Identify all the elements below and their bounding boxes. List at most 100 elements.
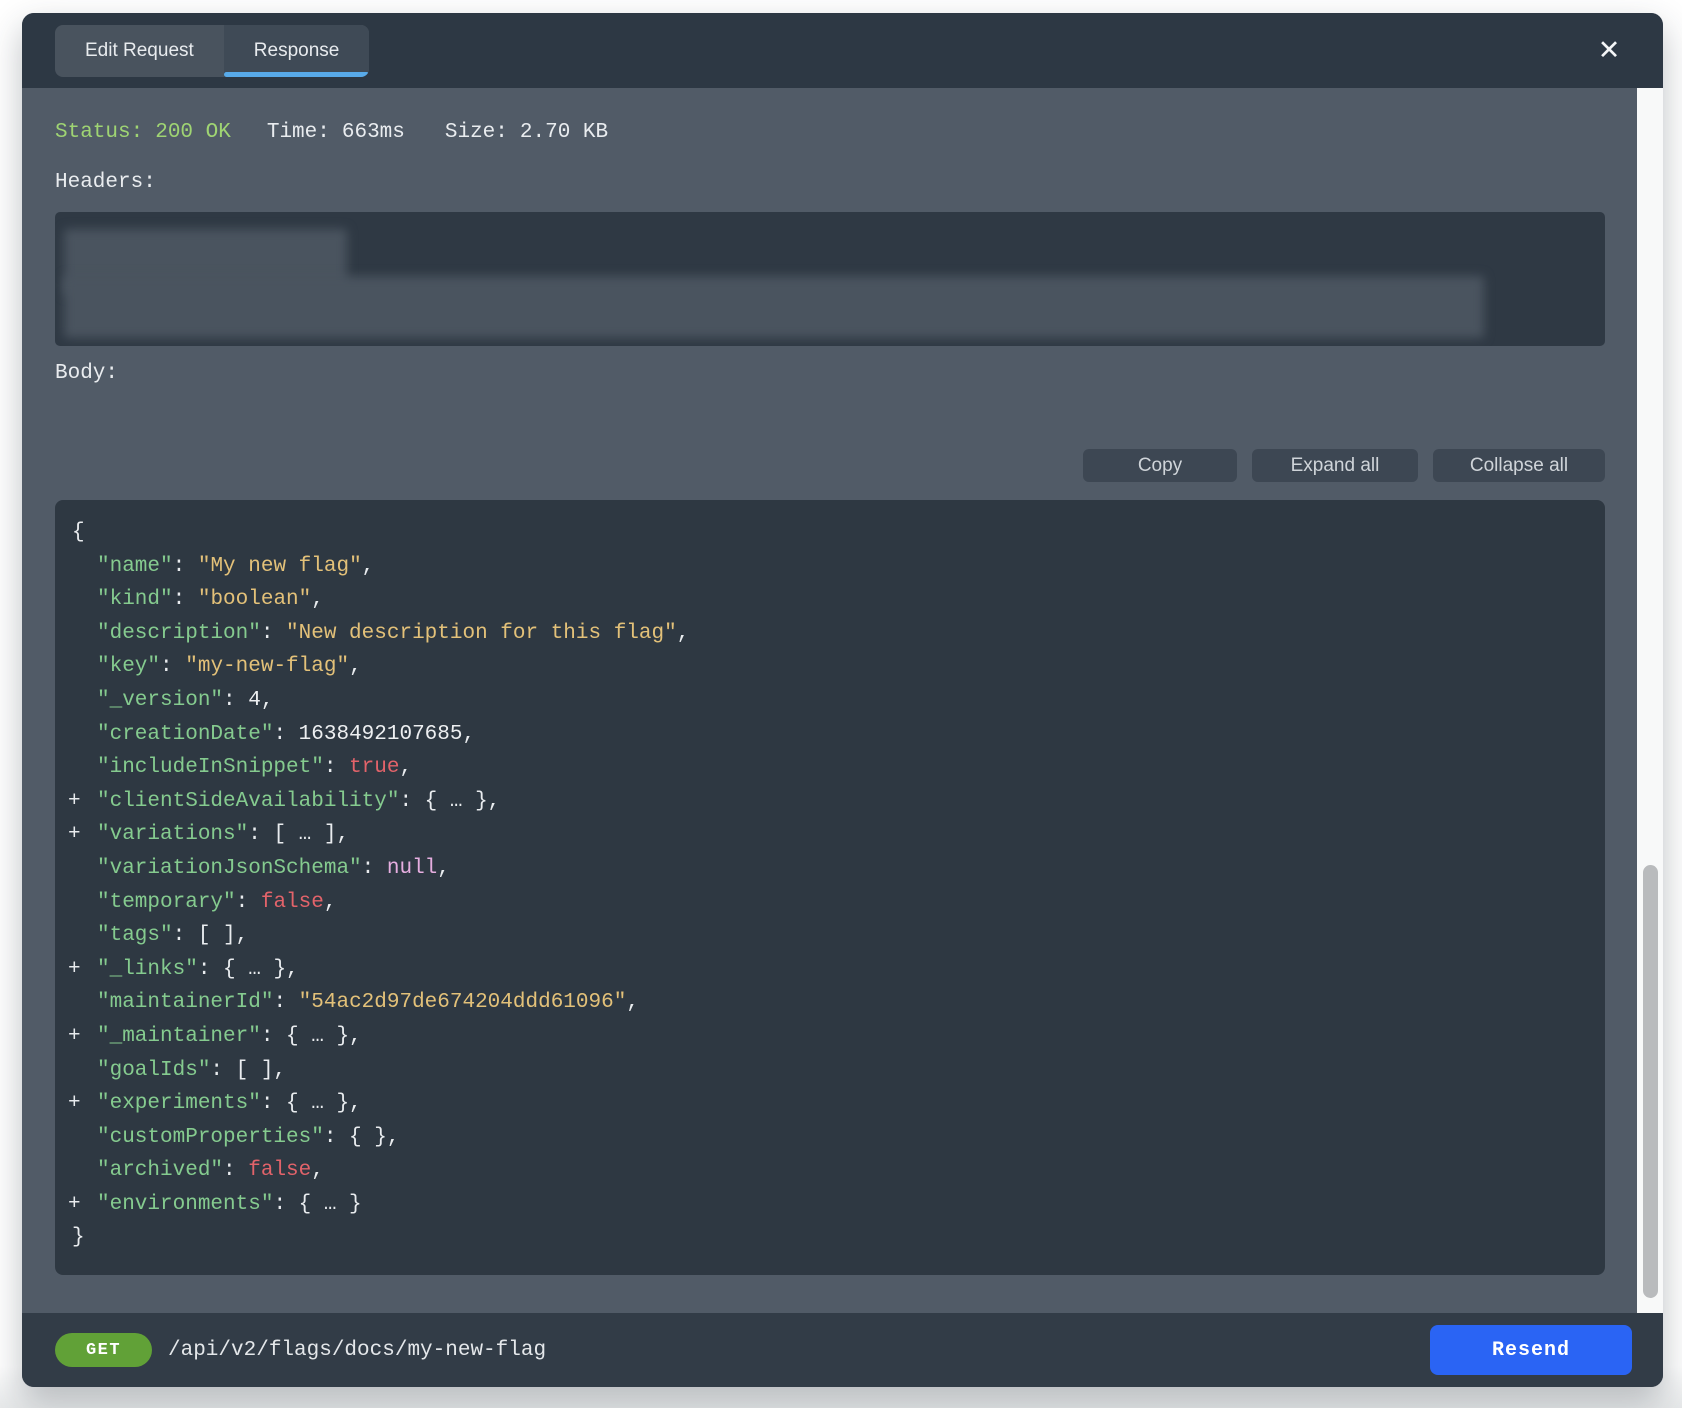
- code-token-key: "_links": [97, 958, 198, 981]
- code-line: "goalIds": [ ],: [55, 1054, 1585, 1088]
- code-token-punc: {: [72, 521, 85, 544]
- code-token-punc: ,: [261, 689, 274, 712]
- expand-node-icon[interactable]: +: [68, 818, 81, 852]
- code-token-str: "New description for this flag": [286, 622, 677, 645]
- code-token-punc: ,: [437, 857, 450, 880]
- code-token-punc: : { },: [324, 1126, 400, 1149]
- code-token-bool: true: [349, 756, 399, 779]
- code-token-key: "customProperties": [97, 1126, 324, 1149]
- code-line: "maintainerId": "54ac2d97de674204ddd6109…: [55, 986, 1585, 1020]
- expand-node-icon[interactable]: +: [68, 785, 81, 819]
- code-token-punc: :: [223, 1159, 248, 1182]
- code-line: "kind": "boolean",: [55, 583, 1585, 617]
- code-token-key: "goalIds": [97, 1059, 210, 1082]
- headers-box: [55, 212, 1605, 346]
- code-token-punc: ,: [362, 555, 375, 578]
- code-token-num: 4: [248, 689, 261, 712]
- code-token-num: 1638492107685: [299, 723, 463, 746]
- code-token-punc: : [ ],: [210, 1059, 286, 1082]
- code-token-punc: ,: [677, 622, 690, 645]
- code-token-str: "54ac2d97de674204ddd61096": [299, 991, 627, 1014]
- body-toolbar: Copy Expand all Collapse all: [55, 449, 1605, 482]
- code-token-key: "creationDate": [97, 723, 273, 746]
- code-line: {: [55, 516, 1585, 550]
- code-token-punc: ,: [311, 1159, 324, 1182]
- code-line: "includeInSnippet": true,: [55, 751, 1585, 785]
- code-token-bool: false: [261, 891, 324, 914]
- code-token-punc: : [ … ],: [248, 823, 349, 846]
- request-url: /api/v2/flags/docs/my-new-flag: [168, 1339, 546, 1362]
- collapse-all-button[interactable]: Collapse all: [1433, 449, 1605, 482]
- code-line: +"experiments": { … },: [55, 1087, 1585, 1121]
- code-token-key: "experiments": [97, 1092, 261, 1115]
- copy-button[interactable]: Copy: [1083, 449, 1237, 482]
- code-token-punc: : { … },: [198, 958, 299, 981]
- close-icon[interactable]: ✕: [1591, 33, 1627, 69]
- code-line: "description": "New description for this…: [55, 617, 1585, 651]
- method-badge: GET: [55, 1333, 152, 1367]
- size-value: 2.70 KB: [520, 121, 608, 144]
- tab-response-label: Response: [254, 40, 340, 62]
- code-line: "customProperties": { },: [55, 1121, 1585, 1155]
- code-line: "variationJsonSchema": null,: [55, 852, 1585, 886]
- status-row: Status: 200 OK Time: 663ms Size: 2.70 KB: [55, 121, 1605, 144]
- code-token-punc: :: [173, 588, 198, 611]
- status-label: Status:: [55, 121, 143, 144]
- expand-node-icon[interactable]: +: [68, 1087, 81, 1121]
- code-token-punc: :: [223, 689, 248, 712]
- code-token-key: "kind": [97, 588, 173, 611]
- code-token-punc: : [ ],: [173, 924, 249, 947]
- modal-header: Edit Request Response ✕: [22, 13, 1663, 88]
- tab-edit-request[interactable]: Edit Request: [55, 25, 224, 77]
- scrollbar-thumb[interactable]: [1643, 865, 1658, 1298]
- code-token-punc: ,: [626, 991, 639, 1014]
- code-line: "tags": [ ],: [55, 919, 1585, 953]
- code-token-punc: :: [324, 756, 349, 779]
- code-token-punc: ,: [324, 891, 337, 914]
- expand-all-button[interactable]: Expand all: [1252, 449, 1418, 482]
- code-line: + "_maintainer": { … },: [55, 1020, 1585, 1054]
- code-token-punc: :: [236, 891, 261, 914]
- code-token-punc: ,: [349, 655, 362, 678]
- code-line: "name": "My new flag",: [55, 550, 1585, 584]
- code-line: + "variations": [ … ],: [55, 818, 1585, 852]
- code-token-punc: : { … },: [261, 1025, 362, 1048]
- resend-button[interactable]: Resend: [1430, 1325, 1632, 1375]
- code-token-str: "my-new-flag": [185, 655, 349, 678]
- code-line: "temporary": false,: [55, 886, 1585, 920]
- code-token-bool: false: [248, 1159, 311, 1182]
- expand-node-icon[interactable]: +: [68, 1188, 81, 1222]
- active-tab-indicator: [224, 72, 370, 77]
- time-label: Time:: [267, 121, 330, 144]
- code-token-key: "tags": [97, 924, 173, 947]
- body-label: Body:: [55, 362, 1605, 385]
- tab-response[interactable]: Response: [224, 25, 370, 77]
- code-line: +"environments": { … }: [55, 1188, 1585, 1222]
- time-value: 663ms: [342, 121, 405, 144]
- code-line: "key": "my-new-flag",: [55, 650, 1585, 684]
- expand-node-icon[interactable]: +: [68, 953, 81, 987]
- code-line: +"clientSideAvailability": { … },: [55, 785, 1585, 819]
- code-token-key: "variations": [97, 823, 248, 846]
- code-token-punc: : { … }: [273, 1193, 361, 1216]
- scrollbar-track[interactable]: [1637, 88, 1663, 1313]
- expand-node-icon[interactable]: +: [68, 1020, 81, 1054]
- tab-edit-request-label: Edit Request: [85, 40, 194, 62]
- code-token-key: "name": [97, 555, 173, 578]
- code-token-key: "description": [97, 622, 261, 645]
- code-token-punc: :: [273, 723, 298, 746]
- code-token-nul: null: [387, 857, 437, 880]
- code-token-punc: ,: [311, 588, 324, 611]
- response-panel: Status: 200 OK Time: 663ms Size: 2.70 KB…: [22, 88, 1663, 1313]
- code-token-punc: }: [72, 1226, 85, 1249]
- tab-group: Edit Request Response: [55, 25, 369, 77]
- code-token-key: "temporary": [97, 891, 236, 914]
- code-token-key: "includeInSnippet": [97, 756, 324, 779]
- code-token-key: "_maintainer": [97, 1025, 261, 1048]
- code-line: "archived": false,: [55, 1154, 1585, 1188]
- code-token-key: "clientSideAvailability": [97, 790, 399, 813]
- code-token-key: "archived": [97, 1159, 223, 1182]
- code-token-str: "My new flag": [198, 555, 362, 578]
- code-line: "_version": 4,: [55, 684, 1585, 718]
- code-token-punc: ,: [399, 756, 412, 779]
